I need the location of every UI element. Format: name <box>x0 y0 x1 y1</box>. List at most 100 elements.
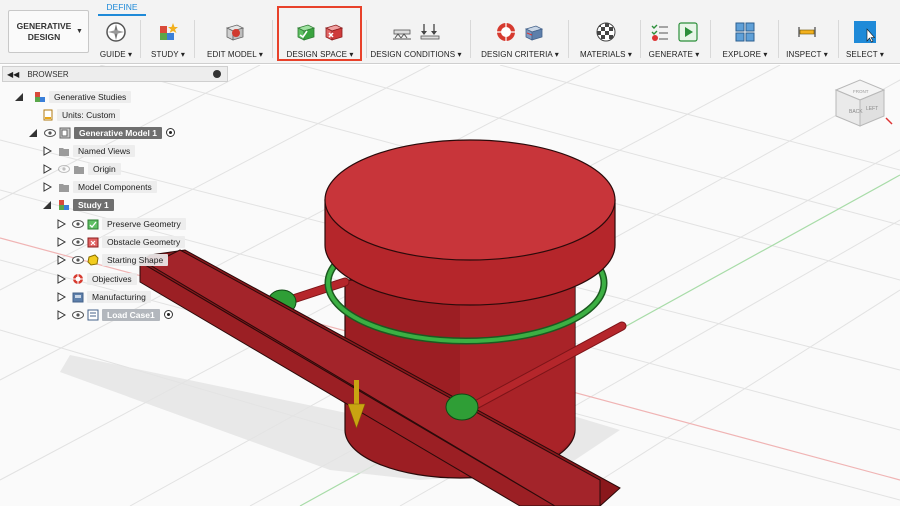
select-group[interactable]: SELECT ▾ <box>844 16 886 62</box>
tree-row-study[interactable]: Study 1 <box>42 197 114 212</box>
browser-title: BROWSER <box>27 69 69 79</box>
document-icon <box>43 109 53 120</box>
tree-row-generative-model[interactable]: Generative Model 1 <box>28 125 175 140</box>
tree-label: Obstacle Geometry <box>102 235 186 248</box>
tree-label: Preserve Geometry <box>102 217 186 230</box>
tree-label: Study 1 <box>73 198 114 211</box>
tab-define[interactable]: DEFINE <box>98 0 146 16</box>
design-criteria-label: DESIGN CRITERIA ▾ <box>481 50 559 59</box>
tree-label: Generative Model 1 <box>74 126 162 139</box>
workspace-switcher[interactable]: GENERATIVE DESIGN ▼ <box>8 10 89 53</box>
materials-group[interactable]: MATERIALS ▾ <box>578 16 634 62</box>
edit-model-label: EDIT MODEL ▾ <box>207 50 263 59</box>
guide-label: GUIDE ▾ <box>99 50 133 59</box>
guide-group[interactable]: GUIDE ▾ <box>99 16 133 62</box>
collapsed-triangle-icon[interactable] <box>42 181 52 192</box>
materials-icon <box>596 22 616 42</box>
tree-row-starting-shape[interactable]: Starting Shape <box>56 252 169 267</box>
visibility-eye-icon[interactable] <box>72 255 84 264</box>
toolbar: DEFINE GENERATIVE DESIGN ▼ GUIDE ▾ STUDY … <box>0 0 900 64</box>
tree-label: Manufacturing <box>87 290 151 303</box>
generate-label: GENERATE ▾ <box>648 50 700 59</box>
precheck-icon <box>651 24 668 41</box>
collapsed-triangle-icon[interactable] <box>56 291 66 302</box>
tree-label: Origin <box>88 162 121 175</box>
tree-row-preserve-geometry[interactable]: Preserve Geometry <box>56 216 186 231</box>
study-group[interactable]: STUDY ▾ <box>150 16 186 62</box>
tree-label: Units: Custom <box>57 108 121 121</box>
visibility-eye-icon[interactable] <box>58 164 70 173</box>
tree-row-load-case[interactable]: Load Case1 <box>56 307 173 322</box>
inspect-group[interactable]: INSPECT ▾ <box>784 16 830 62</box>
panel-options-icon[interactable] <box>213 70 221 78</box>
tree-label: Objectives <box>87 272 137 285</box>
compass-icon <box>106 22 126 42</box>
browser-header[interactable]: ◀◀ BROWSER <box>2 66 228 82</box>
tree-label: Generative Studies <box>49 90 132 103</box>
collapsed-triangle-icon[interactable] <box>42 145 52 156</box>
toolbar-divider <box>194 20 195 58</box>
studies-icon <box>35 91 45 102</box>
design-conditions-group[interactable]: DESIGN CONDITIONS ▾ <box>370 16 462 62</box>
chevron-down-icon: ▼ <box>76 28 83 35</box>
explore-grid-icon <box>735 22 755 42</box>
folder-icon <box>59 183 69 192</box>
tree-row-obstacle-geometry[interactable]: Obstacle Geometry <box>56 234 186 249</box>
collapsed-triangle-icon[interactable] <box>56 273 66 284</box>
design-criteria-group[interactable]: DESIGN CRITERIA ▾ <box>480 16 560 62</box>
expanded-triangle-icon[interactable] <box>14 92 24 102</box>
toolbar-divider <box>838 20 839 58</box>
generate-group[interactable]: GENERATE ▾ <box>646 16 702 62</box>
edit-model-icon <box>225 24 245 41</box>
toolbar-divider <box>640 20 641 58</box>
expanded-triangle-icon[interactable] <box>42 200 52 210</box>
design-conditions-label: DESIGN CONDITIONS ▾ <box>370 50 462 59</box>
generate-play-icon <box>678 22 698 42</box>
structural-constraint-icon <box>393 29 411 40</box>
toolbar-divider <box>366 20 367 58</box>
collapsed-triangle-icon[interactable] <box>56 254 66 265</box>
tree-row-manufacturing[interactable]: Manufacturing <box>56 289 151 304</box>
tree-row-origin[interactable]: Origin <box>42 161 121 176</box>
edit-model-group[interactable]: EDIT MODEL ▾ <box>204 16 266 62</box>
tree-row-named-views[interactable]: Named Views <box>42 143 136 158</box>
expanded-triangle-icon[interactable] <box>28 128 38 138</box>
collapse-panel-icon[interactable]: ◀◀ <box>7 70 19 79</box>
tree-row-objectives[interactable]: Objectives <box>56 271 137 286</box>
materials-label: MATERIALS ▾ <box>579 50 633 59</box>
tree-row-model-components[interactable]: Model Components <box>42 179 157 194</box>
tree-row-generative-studies[interactable]: Generative Studies <box>14 89 132 104</box>
collapsed-triangle-icon[interactable] <box>56 309 66 320</box>
load-case-icon <box>87 309 99 320</box>
objectives-icon <box>496 22 516 42</box>
obstacle-geometry-icon <box>87 237 99 247</box>
toolbar-divider <box>272 20 273 58</box>
model-icon <box>59 127 71 138</box>
tree-label: Model Components <box>73 180 157 193</box>
preserve-boss-right <box>445 393 479 421</box>
cap-top <box>324 139 616 261</box>
active-radio-icon[interactable] <box>163 310 173 319</box>
tree-row-units[interactable]: Units: Custom <box>42 107 121 122</box>
preserve-geometry-icon <box>87 219 99 229</box>
view-cube[interactable]: BACK LEFT FRONT <box>834 79 893 127</box>
collapsed-triangle-icon[interactable] <box>56 236 66 247</box>
toolbar-divider <box>470 20 471 58</box>
toolbar-divider <box>568 20 569 58</box>
visibility-eye-icon[interactable] <box>72 310 84 319</box>
manufacturing-icon <box>524 25 544 41</box>
visibility-eye-icon[interactable] <box>72 219 84 228</box>
collapsed-triangle-icon[interactable] <box>42 163 52 174</box>
explore-group[interactable]: EXPLORE ▾ <box>720 16 770 62</box>
select-label: SELECT ▾ <box>845 50 884 59</box>
collapsed-triangle-icon[interactable] <box>56 218 66 229</box>
viewcube-back: BACK <box>849 109 863 115</box>
visibility-eye-icon[interactable] <box>72 237 84 246</box>
tree-label: Load Case1 <box>102 308 160 321</box>
visibility-eye-icon[interactable] <box>44 128 56 137</box>
new-study-icon <box>160 23 178 40</box>
active-radio-icon[interactable] <box>165 128 175 137</box>
study-label: STUDY ▾ <box>151 50 185 59</box>
toolbar-divider <box>778 20 779 58</box>
select-cursor-icon <box>854 21 876 43</box>
